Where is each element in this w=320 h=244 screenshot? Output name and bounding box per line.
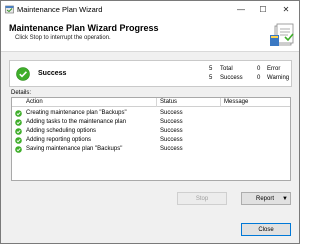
- error-label: Error: [267, 66, 281, 72]
- report-button-label: Report: [256, 195, 275, 202]
- column-divider[interactable]: [156, 98, 157, 107]
- success-check-icon: [15, 146, 22, 153]
- wizard-app-icon: [5, 5, 14, 14]
- success-check-icon: [15, 119, 22, 126]
- warning-label: Warning: [267, 75, 290, 81]
- title-bar: Maintenance Plan Wizard — ☐ ✕: [1, 1, 299, 18]
- wizard-header: Maintenance Plan Wizard Progress Click S…: [1, 18, 299, 52]
- total-label: Total: [220, 66, 233, 72]
- table-row[interactable]: Saving maintenance plan "Backups" Succes…: [12, 145, 290, 154]
- table-row[interactable]: Adding scheduling options Success: [12, 127, 290, 136]
- summary-status: Success: [38, 70, 67, 77]
- report-button[interactable]: Report ▼: [241, 192, 291, 205]
- table-row[interactable]: Creating maintenance plan "Backups" Succ…: [12, 109, 290, 118]
- success-check-icon: [15, 137, 22, 144]
- column-header-status[interactable]: Status: [160, 99, 177, 105]
- success-count: 5: [209, 75, 213, 81]
- stop-button[interactable]: Stop: [177, 192, 227, 205]
- table-row[interactable]: Adding tasks to the maintenance plan Suc…: [12, 118, 290, 127]
- row-status: Success: [160, 119, 183, 125]
- wizard-window: Maintenance Plan Wizard — ☐ ✕ Maintenanc…: [0, 0, 300, 244]
- success-label: Success: [220, 75, 243, 81]
- row-action: Creating maintenance plan "Backups": [26, 110, 127, 116]
- row-action: Adding tasks to the maintenance plan: [26, 119, 127, 125]
- close-button[interactable]: Close: [241, 223, 291, 236]
- page-title: Maintenance Plan Wizard Progress: [9, 23, 159, 33]
- warning-count: 0: [257, 75, 261, 81]
- row-action: Adding reporting options: [26, 137, 92, 143]
- success-check-icon: [16, 67, 30, 81]
- window-title: Maintenance Plan Wizard: [17, 5, 103, 14]
- success-check-icon: [15, 110, 22, 117]
- row-status: Success: [160, 146, 183, 152]
- table-row[interactable]: Adding reporting options Success: [12, 136, 290, 145]
- page-subtitle: Click Stop to interrupt the operation.: [15, 35, 111, 41]
- minimize-button[interactable]: —: [230, 1, 252, 18]
- column-header-action[interactable]: Action: [26, 99, 43, 105]
- row-action: Saving maintenance plan "Backups": [26, 146, 123, 152]
- maximize-button[interactable]: ☐: [252, 1, 274, 18]
- row-status: Success: [160, 137, 183, 143]
- chevron-down-icon: ▼: [282, 196, 288, 202]
- column-divider[interactable]: [220, 98, 221, 107]
- row-action: Adding scheduling options: [26, 128, 97, 134]
- total-count: 5: [209, 66, 213, 72]
- summary-panel: Success 5 Total 0 Error 5 Success 0 Warn…: [9, 60, 292, 87]
- details-grid[interactable]: Action Status Message Creating maintenan…: [11, 97, 291, 181]
- success-check-icon: [15, 128, 22, 135]
- close-window-button[interactable]: ✕: [275, 1, 297, 18]
- error-count: 0: [257, 66, 261, 72]
- row-status: Success: [160, 110, 183, 116]
- row-status: Success: [160, 128, 183, 134]
- grid-header: Action Status Message: [12, 98, 290, 107]
- column-header-message[interactable]: Message: [224, 99, 248, 105]
- maintenance-plan-icon: [270, 23, 294, 46]
- details-label: Details:: [11, 90, 32, 96]
